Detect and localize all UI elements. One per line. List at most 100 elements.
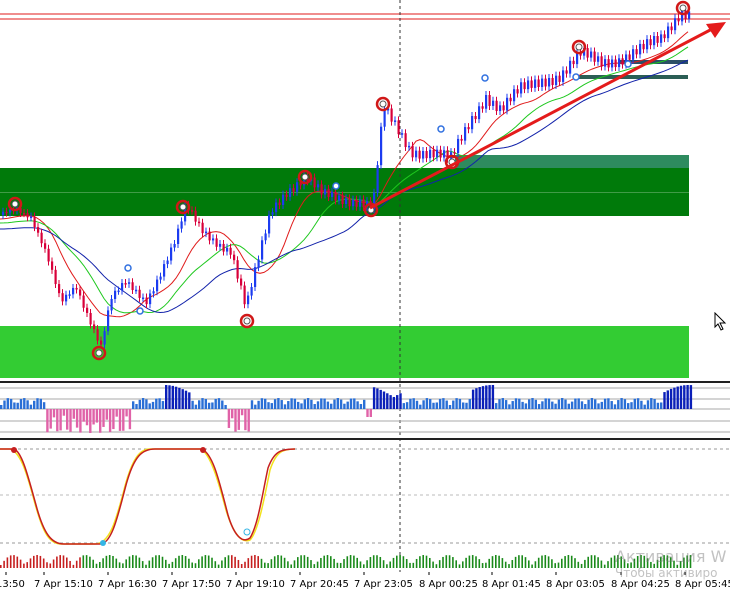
trading-chart[interactable]: 13:50 7 Apr 15:10 7 Apr 16:30 7 Apr 17:50 7 … xyxy=(0,0,730,591)
histogram-bar xyxy=(481,386,485,409)
histogram-bar xyxy=(181,389,184,409)
candle-body xyxy=(75,287,78,290)
candle-body xyxy=(96,329,99,341)
histogram-bar xyxy=(491,385,495,409)
histogram-bar xyxy=(125,409,128,417)
histogram-bar xyxy=(135,404,138,409)
volume-bar xyxy=(214,561,217,568)
candle-body xyxy=(506,97,509,111)
volume-bar xyxy=(409,562,411,568)
volume-bar xyxy=(330,556,332,568)
candle-body xyxy=(61,293,64,302)
histogram-bar xyxy=(75,409,79,428)
histogram-bar xyxy=(221,400,224,409)
volume-bar xyxy=(158,555,160,568)
volume-bar xyxy=(260,558,263,568)
volume-bar xyxy=(372,555,375,568)
candle-body xyxy=(453,152,456,154)
candle-body xyxy=(100,340,103,345)
histogram-bar xyxy=(13,402,16,409)
histogram-bar xyxy=(613,404,617,409)
candle-body xyxy=(555,75,558,86)
candle-body xyxy=(166,260,169,265)
histogram-bar xyxy=(310,399,313,409)
volume-bar xyxy=(537,557,540,568)
candle-body xyxy=(485,95,488,109)
volume-bar xyxy=(224,557,226,568)
candle-body xyxy=(572,60,575,65)
candle-body xyxy=(467,127,470,130)
histogram-bar xyxy=(475,388,478,409)
volume-bar xyxy=(574,558,576,568)
histogram-bar xyxy=(36,398,39,409)
candle-body xyxy=(558,75,561,82)
volume-bar xyxy=(392,557,395,568)
volume-bar xyxy=(551,559,553,568)
volume-bar xyxy=(227,555,230,568)
candle-body xyxy=(439,149,442,158)
volume-bar xyxy=(102,558,104,568)
volume-bar xyxy=(95,563,98,568)
volume-bar xyxy=(462,561,464,568)
candle-body xyxy=(334,191,337,201)
candle-body xyxy=(551,77,554,86)
volume-bar xyxy=(135,555,137,568)
histogram-bar xyxy=(214,398,217,409)
candle-body xyxy=(285,194,288,197)
histogram-bar xyxy=(646,400,650,409)
histogram-bar xyxy=(264,398,267,409)
histogram-bar xyxy=(323,398,326,409)
histogram-bar xyxy=(320,398,323,409)
volume-bar xyxy=(323,555,325,568)
histogram-bar xyxy=(452,400,455,409)
candle-body xyxy=(474,116,477,120)
circle-marker-icon xyxy=(332,182,340,190)
volume-bar xyxy=(141,561,144,568)
candle-body xyxy=(338,195,341,201)
candle-body xyxy=(415,150,418,158)
candle-body xyxy=(331,191,334,197)
volume-bar xyxy=(405,559,408,568)
volume-bar xyxy=(320,558,322,568)
volume-bar xyxy=(452,557,454,568)
histogram-bar xyxy=(247,409,250,432)
volume-bar xyxy=(171,561,174,568)
candle-body xyxy=(632,49,635,60)
candle-body xyxy=(324,188,327,195)
candle-body xyxy=(527,80,530,90)
candle-body xyxy=(79,289,82,296)
volume-bar xyxy=(594,555,596,568)
time-label: 7 Apr 17:50 xyxy=(162,579,221,590)
histogram-bar xyxy=(673,387,676,409)
circle-marker-icon xyxy=(481,74,489,82)
volume-bar xyxy=(181,555,184,568)
histogram-bar xyxy=(432,402,435,409)
histogram-bar xyxy=(174,386,178,409)
volume-bar xyxy=(207,555,210,568)
histogram-bar xyxy=(165,385,168,409)
histogram-bar xyxy=(495,403,498,409)
candle-body xyxy=(513,89,516,102)
histogram-bar xyxy=(458,398,462,409)
histogram-bar xyxy=(277,398,280,409)
volume-bar xyxy=(412,562,415,568)
circle-marker-center xyxy=(301,173,309,181)
histogram-bar xyxy=(280,400,283,409)
volume-bar xyxy=(511,560,514,568)
volume-bar xyxy=(498,555,500,568)
candle-body xyxy=(355,199,358,207)
candle-body xyxy=(198,221,201,224)
histogram-bar xyxy=(290,398,293,409)
candle-body xyxy=(159,276,162,280)
volume-bar xyxy=(287,561,289,568)
time-label: 8 Apr 04:25 xyxy=(611,579,670,590)
volume-bar xyxy=(16,556,19,568)
volume-bar xyxy=(603,564,606,568)
histogram-bar xyxy=(570,401,574,409)
volume-bar xyxy=(488,558,490,568)
histogram-bar xyxy=(438,398,442,409)
volume-bar xyxy=(204,555,207,568)
histogram-bar xyxy=(557,399,561,409)
volume-bar xyxy=(590,555,593,568)
candle-body xyxy=(481,106,484,109)
